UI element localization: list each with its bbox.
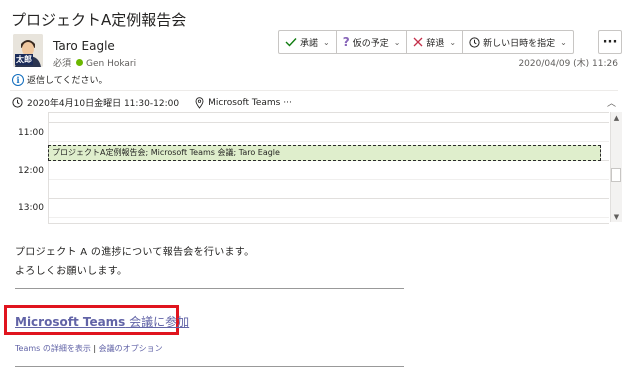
teams-details-link[interactable]: Teams の詳細を表示 [15, 344, 91, 353]
propose-label: 新しい日時を指定 [483, 38, 556, 49]
divider [15, 366, 404, 367]
close-icon [413, 37, 423, 47]
avatar[interactable]: 太郎 [13, 34, 43, 67]
more-options-button[interactable]: ··· [598, 30, 622, 54]
scrollbar[interactable]: ▲ ▼ [610, 112, 622, 222]
question-mark-icon: ? [342, 35, 350, 49]
scroll-down-arrow-icon[interactable]: ▼ [611, 213, 622, 221]
scroll-up-arrow-icon[interactable]: ▲ [611, 114, 622, 122]
calendar-event[interactable]: プロジェクトA定例報告会; Microsoft Teams 会議; Taro E… [48, 145, 601, 161]
meeting-links: Teams の詳細を表示 | 会議のオプション [15, 343, 163, 354]
chevron-down-icon: ⌄ [449, 37, 457, 47]
calendar-preview[interactable] [48, 112, 609, 224]
organizer-name[interactable]: Taro Eagle [53, 39, 115, 53]
link-separator: | [93, 344, 97, 353]
accept-button[interactable]: 承諾 ⌄ [279, 31, 337, 53]
meeting-options-link[interactable]: 会議のオプション [99, 344, 163, 353]
info-icon: i [12, 73, 24, 86]
required-label: 必須 [53, 59, 72, 69]
body-text-line: プロジェクト A の進捗について報告会を行います。 [15, 247, 255, 258]
chevron-down-icon: ⌄ [393, 37, 401, 47]
scrollbar-thumb[interactable] [611, 168, 621, 182]
tentative-button[interactable]: ? 仮の予定 ⌄ [337, 31, 408, 53]
avatar-caption: 太郎 [15, 54, 33, 65]
tentative-label: 仮の予定 [352, 38, 389, 49]
sent-datetime: 2020/04/09 (木) 11:26 [518, 59, 618, 69]
event-datetime: 2020年4月10日金曜日 11:30-12:00 [27, 99, 180, 109]
response-notice: i 返信してください。 [12, 73, 107, 86]
response-toolbar: 承諾 ⌄ ? 仮の予定 ⌄ 辞退 ⌄ 新しい日時を指定 ⌄ [278, 30, 574, 54]
decline-label: 辞退 [426, 38, 445, 49]
location-pin-icon [195, 96, 204, 109]
collapse-chevron-up-icon[interactable]: ︿ [607, 96, 616, 109]
clock-icon [12, 97, 23, 108]
meeting-title: プロジェクトA定例報告会 [11, 11, 187, 29]
checkmark-icon [285, 38, 297, 47]
join-link-brand: Microsoft Teams [15, 315, 126, 329]
propose-time-button[interactable]: 新しい日時を指定 ⌄ [463, 31, 573, 53]
divider [15, 288, 404, 289]
attendee-name[interactable]: Gen Hokari [86, 59, 136, 69]
chevron-down-icon: ⌄ [560, 37, 567, 47]
accept-label: 承諾 [300, 38, 319, 49]
presence-available-icon [76, 59, 84, 66]
notice-text: 返信してください。 [27, 76, 108, 86]
body-text-line: よろしくお願いします。 [15, 266, 128, 277]
join-teams-meeting-link[interactable]: Microsoft Teams 会議に参加 [15, 313, 189, 330]
attendees-line: 必須 Gen Hokari [53, 56, 136, 69]
clock-icon [469, 36, 480, 48]
divider [10, 90, 618, 91]
time-label: 11:00 [18, 128, 44, 138]
decline-button[interactable]: 辞退 ⌄ [407, 31, 464, 53]
time-label: 12:00 [18, 166, 44, 176]
time-label: 13:00 [18, 203, 44, 213]
event-details-line: 2020年4月10日金曜日 11:30-12:00 Microsoft Team… [12, 96, 292, 109]
chevron-down-icon: ⌄ [323, 37, 330, 47]
event-location[interactable]: Microsoft Teams ··· [208, 98, 292, 108]
join-link-text: 会議に参加 [125, 315, 190, 329]
